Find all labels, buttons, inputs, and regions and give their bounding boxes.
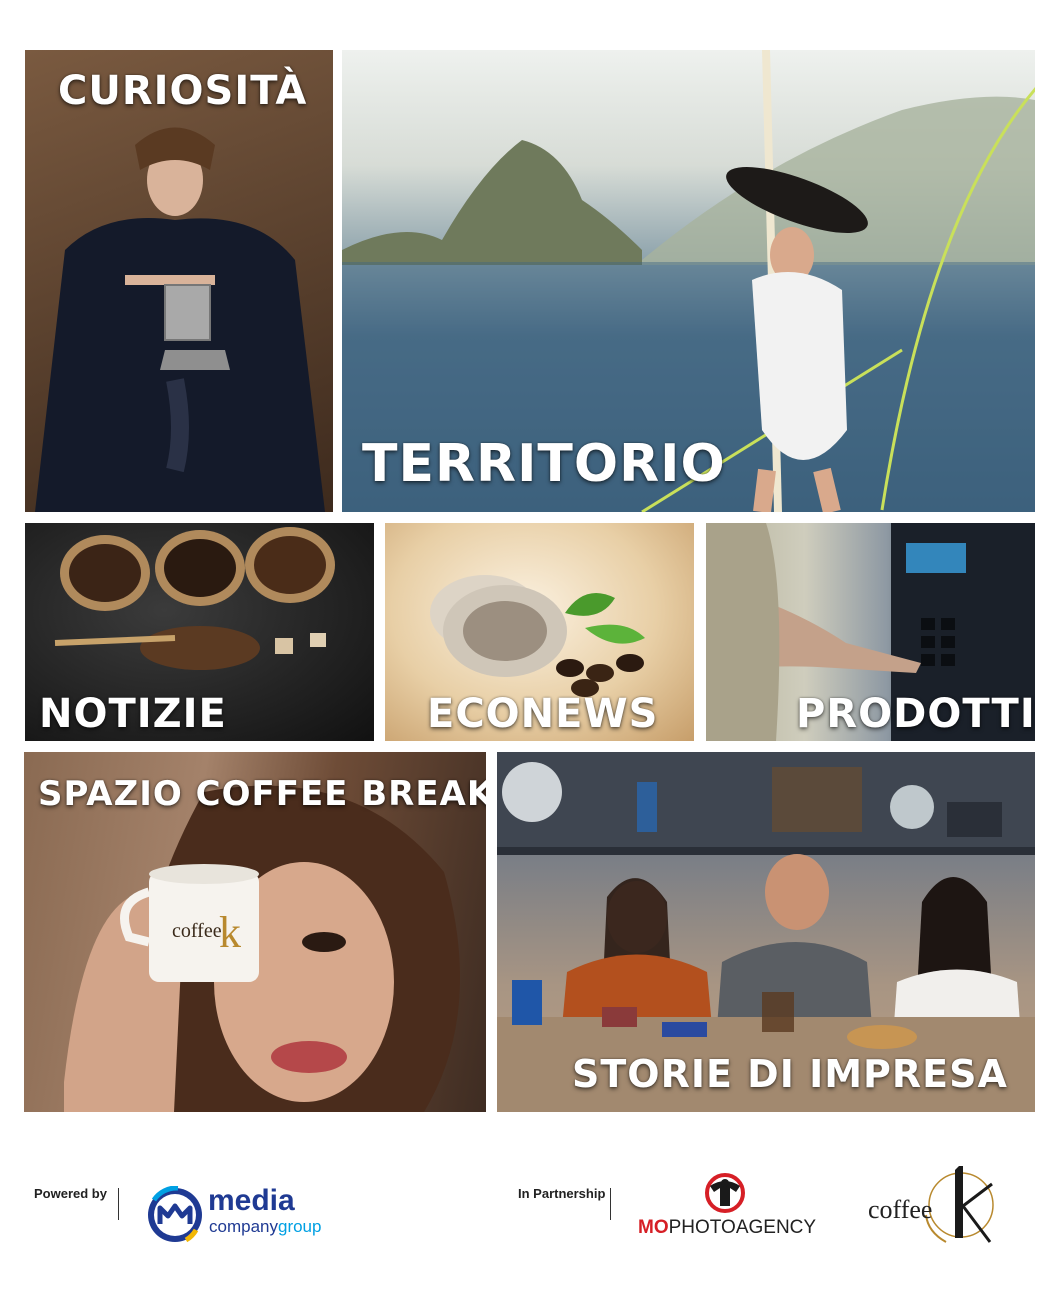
tile-territorio[interactable]: TERRITORIO: [342, 50, 1035, 512]
svg-text:coffee: coffee: [172, 920, 222, 942]
tile-label-curiosita: CURIOSITÀ: [58, 68, 308, 114]
coffee-k-logo[interactable]: coffee: [866, 1160, 1006, 1250]
tile-label-storie-di-impresa: STORIE DI IMPRESA: [572, 1052, 1008, 1096]
tile-label-prodotti: PRODOTTI: [796, 691, 1035, 737]
mo-logo-mo: MO: [638, 1217, 669, 1238]
tile-notizie[interactable]: NOTIZIE: [25, 523, 374, 741]
svg-text:k: k: [219, 908, 241, 957]
media-logo-group: group: [277, 1217, 322, 1236]
tile-label-spazio-coffee-break: SPAZIO COFFEE BREAK: [38, 774, 486, 814]
media-logo-company: company: [209, 1217, 278, 1236]
in-partnership-label: In Partnership: [518, 1186, 606, 1201]
woman-with-moka-image: [35, 127, 325, 512]
divider: [118, 1188, 119, 1220]
tile-econews[interactable]: ECONEWS: [385, 523, 694, 741]
tile-prodotti[interactable]: PRODOTTI: [706, 523, 1035, 741]
tile-spazio-coffee-break[interactable]: coffee k SPAZIO COFFEE BREAK: [24, 752, 486, 1112]
media-logo-word: media: [208, 1184, 295, 1217]
coffee-logo-word: coffee: [868, 1195, 933, 1224]
tile-curiosita[interactable]: CURIOSITÀ: [25, 50, 333, 512]
divider: [610, 1188, 611, 1220]
tile-label-econews: ECONEWS: [427, 691, 659, 737]
media-company-group-logo[interactable]: media companygroup: [146, 1186, 336, 1244]
powered-by-label: Powered by: [34, 1186, 107, 1201]
media-company-logo-icon: [148, 1186, 202, 1243]
mo-photoagency-logo-icon: [705, 1173, 745, 1213]
tile-storie-di-impresa[interactable]: STORIE DI IMPRESA: [497, 752, 1035, 1112]
tile-label-territorio: TERRITORIO: [362, 434, 726, 494]
mo-logo-text: MOPHOTOAGENCY: [638, 1217, 816, 1239]
tile-label-notizie: NOTIZIE: [39, 691, 227, 737]
mo-logo-photoagency: PHOTOAGENCY: [668, 1217, 817, 1238]
media-logo-subtitle: companygroup: [209, 1218, 321, 1236]
mo-photoagency-logo[interactable]: MOPHOTOAGENCY: [638, 1172, 818, 1242]
